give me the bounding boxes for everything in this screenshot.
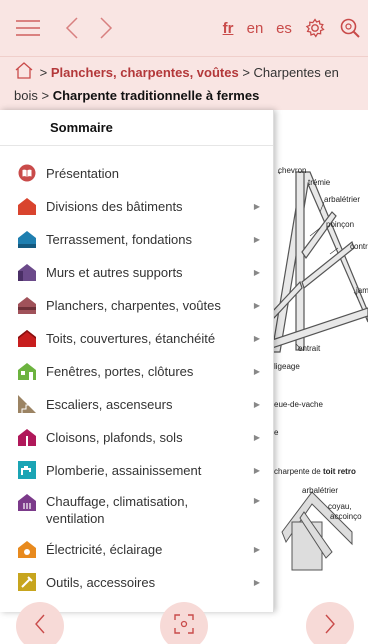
faucet-icon <box>18 461 36 479</box>
stairs-icon <box>18 395 36 413</box>
chevron-right-icon: ▶ <box>253 234 260 244</box>
diagram-label: e <box>274 428 279 437</box>
menu-item-terrassement[interactable]: Terrassement, fondations ▶ <box>0 230 274 248</box>
diagram-label: coyau, <box>328 502 352 511</box>
menu-item-plomberie[interactable]: Plomberie, assainissement ▶ <box>0 461 274 479</box>
menu-item-label: Escaliers, ascenseurs <box>46 396 173 412</box>
diagram-caption: charpente de toit retro <box>274 467 356 476</box>
truss-diagram: chevron trémie arbalétrier poinçon contr… <box>272 112 368 612</box>
chevron-right-icon: ▶ <box>253 577 260 587</box>
house-icon <box>18 263 36 281</box>
menu-item-electricite[interactable]: Électricité, éclairage ▶ <box>0 540 274 558</box>
breadcrumb: > Planchers, charpentes, voûtes > Charpe… <box>0 56 368 110</box>
diagram-label: trémie <box>308 178 331 187</box>
caption-prefix: charpente de <box>274 467 323 476</box>
previous-page-button[interactable] <box>16 602 64 644</box>
diagram-label: jam <box>356 286 368 295</box>
diagram-label: contr <box>350 242 368 251</box>
menu-item-label: Murs et autres supports <box>46 264 183 280</box>
chevron-right-icon: ▶ <box>253 300 260 310</box>
house-icon <box>18 493 36 511</box>
diagram-label: arbalétrier <box>324 195 361 204</box>
menu-item-label: Plomberie, assainissement <box>46 462 202 478</box>
menu-item-presentation[interactable]: Présentation <box>0 164 274 182</box>
chevron-right-icon: ▶ <box>253 333 260 343</box>
diagram-label: entrait <box>298 344 321 353</box>
diagram-label: chevron <box>278 166 307 175</box>
menu-item-divisions[interactable]: Divisions des bâtiments ▶ <box>0 197 274 215</box>
chevron-right-icon: ▶ <box>253 465 260 475</box>
chevron-left-icon <box>33 613 47 640</box>
chevron-right-icon: ▶ <box>253 267 260 277</box>
menu-item-label: Terrassement, fondations <box>46 231 192 247</box>
menu-item-label: Divisions des bâtiments <box>46 198 183 214</box>
menu-item-label: Fenêtres, portes, clôtures <box>46 363 194 379</box>
search-icon[interactable] <box>338 0 362 56</box>
diagram-label: ligeage <box>274 362 300 371</box>
menu-item-label: Outils, accessoires <box>46 574 156 590</box>
house-icon <box>18 230 36 248</box>
menu-item-outils[interactable]: Outils, accessoires ▶ <box>0 573 274 591</box>
language-es[interactable]: es <box>274 0 294 56</box>
menu-icon[interactable] <box>8 0 48 56</box>
book-icon <box>18 164 36 182</box>
summary-title: Sommaire <box>0 110 273 146</box>
summary-panel: Sommaire Présentation Divisions des bâti… <box>0 110 274 612</box>
menu-item-chauffage[interactable]: Chauffage, climatisation, ventilation ▶ <box>0 492 274 528</box>
menu-item-murs[interactable]: Murs et autres supports ▶ <box>0 263 274 281</box>
menu-item-label: Cloisons, plafonds, sols <box>46 429 183 445</box>
chevron-right-icon: ▶ <box>253 366 260 376</box>
menu-item-escaliers[interactable]: Escaliers, ascenseurs ▶ <box>0 395 274 413</box>
chevron-right-icon: ▶ <box>253 544 260 554</box>
breadcrumb-item-planchers[interactable]: Planchers, charpentes, voûtes <box>51 65 239 80</box>
language-en[interactable]: en <box>245 0 265 56</box>
house-icon <box>18 362 36 380</box>
breadcrumb-separator: > <box>242 65 250 80</box>
bottom-nav <box>0 602 368 644</box>
house-icon <box>18 540 36 558</box>
camera-focus-icon <box>173 613 195 640</box>
house-icon <box>18 329 36 347</box>
next-page-button[interactable] <box>306 602 354 644</box>
diagram-label: eue-de-vache <box>274 400 323 409</box>
gear-icon[interactable] <box>304 0 326 56</box>
menu-item-label: Planchers, charpentes, voûtes <box>46 297 221 313</box>
tools-icon <box>18 573 36 591</box>
chevron-right-icon: ▶ <box>253 399 260 409</box>
menu-item-fenetres[interactable]: Fenêtres, portes, clôtures ▶ <box>0 362 274 380</box>
menu-item-label: Toits, couvertures, étanchéité <box>46 330 216 346</box>
menu-item-toits[interactable]: Toits, couvertures, étanchéité ▶ <box>0 329 274 347</box>
house-icon <box>18 197 36 215</box>
diagram-label: poinçon <box>326 220 355 229</box>
chevron-right-icon[interactable] <box>92 0 120 56</box>
chevron-right-icon: ▶ <box>253 496 260 505</box>
chevron-right-icon: ▶ <box>253 432 260 442</box>
house-icon <box>18 296 36 314</box>
chevron-right-icon: ▶ <box>253 201 260 211</box>
breadcrumb-separator: > <box>39 65 48 80</box>
zoom-focus-button[interactable] <box>160 602 208 644</box>
menu-item-label: Chauffage, climatisation, ventilation <box>46 494 189 526</box>
top-bar: fr en es <box>0 0 368 56</box>
diagram-label: arbalétrier <box>302 486 339 495</box>
menu-item-cloisons[interactable]: Cloisons, plafonds, sols ▶ <box>0 428 274 446</box>
home-icon[interactable] <box>14 61 36 79</box>
caption-bold: toit retro <box>322 467 356 476</box>
chevron-right-icon <box>323 613 337 640</box>
diagram-label: accoinço <box>330 512 362 521</box>
breadcrumb-separator: > <box>41 88 50 103</box>
menu-item-label: Électricité, éclairage <box>46 541 163 557</box>
menu-item-label: Présentation <box>46 165 119 181</box>
menu-item-planchers[interactable]: Planchers, charpentes, voûtes ▶ <box>0 296 274 314</box>
chevron-left-icon[interactable] <box>58 0 86 56</box>
language-fr[interactable]: fr <box>220 0 236 56</box>
breadcrumb-item-current: Charpente traditionnelle à fermes <box>52 88 260 103</box>
house-icon <box>18 428 36 446</box>
